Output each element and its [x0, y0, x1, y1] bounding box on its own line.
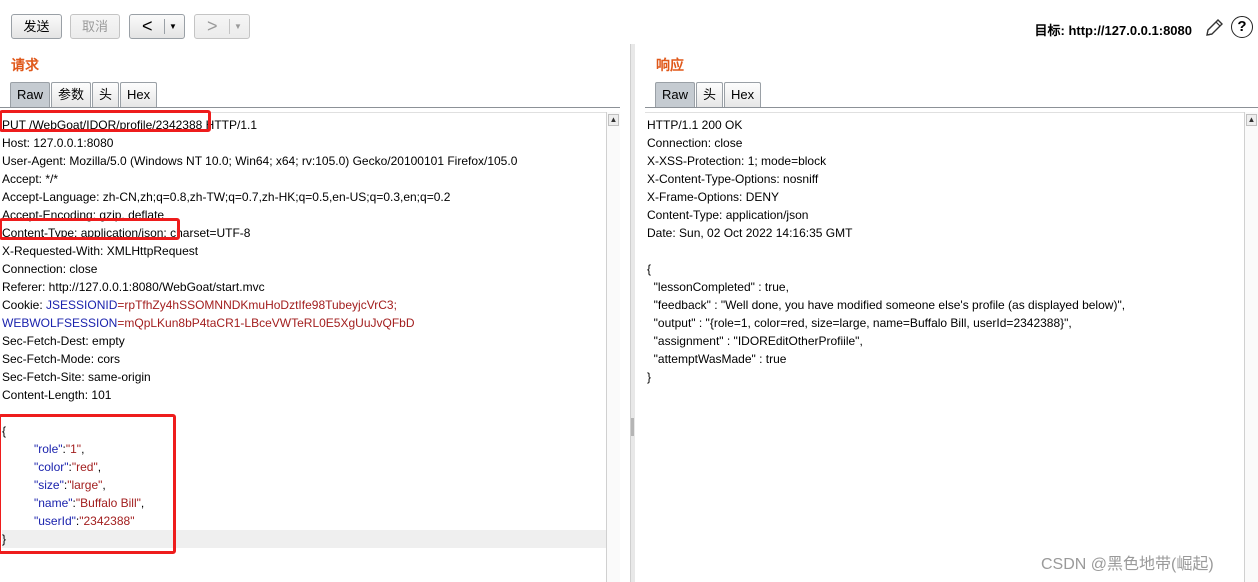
- header-line: X-XSS-Protection: 1; mode=block: [647, 154, 827, 168]
- response-scrollbar[interactable]: ▲: [1244, 112, 1258, 582]
- request-scrollbar[interactable]: ▲: [606, 112, 620, 582]
- back-arrow-icon: <: [142, 16, 153, 36]
- request-editor[interactable]: PUT /WebGoat/IDOR/profile/2342388 HTTP/1…: [0, 110, 606, 582]
- forward-button[interactable]: > ▼: [194, 14, 250, 39]
- highlight-box-body: [0, 414, 176, 554]
- pane-divider[interactable]: [630, 44, 635, 582]
- header-line: Referer: http://127.0.0.1:8080/WebGoat/s…: [2, 280, 265, 294]
- tab-raw[interactable]: Raw: [655, 82, 696, 107]
- header-line: Host: 127.0.0.1:8080: [2, 136, 114, 150]
- help-icon[interactable]: ?: [1231, 16, 1253, 38]
- cookie-value: =rpTfhZy4hSSOMNNDKmuHoDztIfe98TubeyjcVrC…: [117, 298, 397, 312]
- header-line: Content-Type: application/json: [647, 208, 809, 222]
- tab-hex[interactable]: Hex: [120, 82, 158, 107]
- header-line: Content-Length: 101: [2, 388, 112, 402]
- header-line: Sec-Fetch-Mode: cors: [2, 352, 121, 366]
- request-title: 请求: [11, 57, 39, 73]
- json-line: "assignment" : "IDOREditOtherProfiile",: [647, 334, 863, 348]
- tab-underline: [0, 107, 620, 108]
- header-line: X-Content-Type-Options: nosniff: [647, 172, 819, 186]
- json-line: "output" : "{role=1, color=red, size=lar…: [647, 316, 1072, 330]
- header-line: Accept: */*: [2, 172, 59, 186]
- json-line: "feedback" : "Well done, you have modifi…: [647, 298, 1126, 312]
- cancel-button[interactable]: 取消: [70, 14, 120, 39]
- button-separator: [229, 19, 230, 34]
- header-line: Sec-Fetch-Site: same-origin: [2, 370, 151, 384]
- request-tabs: Raw 参数 头 Hex: [10, 82, 158, 107]
- cookie-line: Cookie: JSESSIONID=rpTfhZy4hSSOMNNDKmuHo…: [2, 296, 606, 314]
- pencil-icon[interactable]: [1203, 17, 1225, 39]
- json-line: {: [647, 262, 652, 276]
- forward-arrow-icon: >: [207, 16, 218, 36]
- tab-raw[interactable]: Raw: [10, 82, 51, 107]
- send-button[interactable]: 发送: [11, 14, 62, 39]
- header-line: Date: Sun, 02 Oct 2022 14:16:35 GMT: [647, 226, 853, 240]
- header-line: X-Requested-With: XMLHttpRequest: [2, 244, 199, 258]
- tab-params[interactable]: 参数: [51, 82, 92, 107]
- json-line: }: [647, 370, 652, 384]
- button-separator: [164, 19, 165, 34]
- cookie-name: WEBWOLFSESSION: [2, 316, 118, 330]
- header-line: Connection: close: [647, 136, 743, 150]
- header-line: Sec-Fetch-Dest: empty: [2, 334, 125, 348]
- cookie-value: =mQpLKun8bP4taCR1-LBceVWTeRL0E5XgUuJvQFb…: [117, 316, 415, 330]
- toolbar: 发送 取消 < ▼ > ▼ 目标: http://127.0.0.1:8080 …: [0, 0, 1258, 44]
- header-line: Accept-Language: zh-CN,zh;q=0.8,zh-TW;q=…: [2, 190, 451, 204]
- highlight-box-content-type: [0, 218, 180, 240]
- response-editor[interactable]: HTTP/1.1 200 OK Connection: close X-XSS-…: [645, 112, 1244, 582]
- cookie-label: Cookie:: [2, 298, 47, 312]
- divider-grip-icon[interactable]: [631, 418, 634, 436]
- header-line: User-Agent: Mozilla/5.0 (Windows NT 10.0…: [2, 154, 518, 168]
- status-line: HTTP/1.1 200 OK: [647, 118, 743, 132]
- cookie-name: JSESSIONID: [46, 298, 118, 312]
- request-pane: 请求 Raw 参数 头 Hex PUT /WebGoat/IDOR/profil…: [0, 44, 620, 582]
- json-line: "attemptWasMade" : true: [647, 352, 787, 366]
- response-title: 响应: [656, 57, 684, 73]
- chevron-down-icon[interactable]: ▼: [169, 15, 177, 38]
- tab-headers[interactable]: 头: [92, 82, 120, 107]
- response-pane: 响应 Raw 头 Hex HTTP/1.1 200 OK Connection:…: [645, 44, 1258, 582]
- target-label: 目标: http://127.0.0.1:8080: [1034, 23, 1193, 38]
- json-line: "lessonCompleted" : true,: [647, 280, 789, 294]
- tab-hex[interactable]: Hex: [724, 82, 762, 107]
- header-line: Connection: close: [2, 262, 98, 276]
- watermark: CSDN @黑色地带(崛起): [1041, 556, 1214, 573]
- cookie-line: WEBWOLFSESSION=mQpLKun8bP4taCR1-LBceVWTe…: [2, 314, 606, 332]
- scroll-up-icon[interactable]: ▲: [608, 114, 619, 126]
- header-line: X-Frame-Options: DENY: [647, 190, 780, 204]
- chevron-down-icon[interactable]: ▼: [234, 15, 242, 38]
- back-button[interactable]: < ▼: [129, 14, 185, 39]
- tab-headers[interactable]: 头: [696, 82, 724, 107]
- tab-underline: [645, 107, 1258, 108]
- response-tabs: Raw 头 Hex: [655, 82, 762, 107]
- scroll-up-icon[interactable]: ▲: [1246, 114, 1257, 126]
- highlight-box-url: [0, 110, 211, 132]
